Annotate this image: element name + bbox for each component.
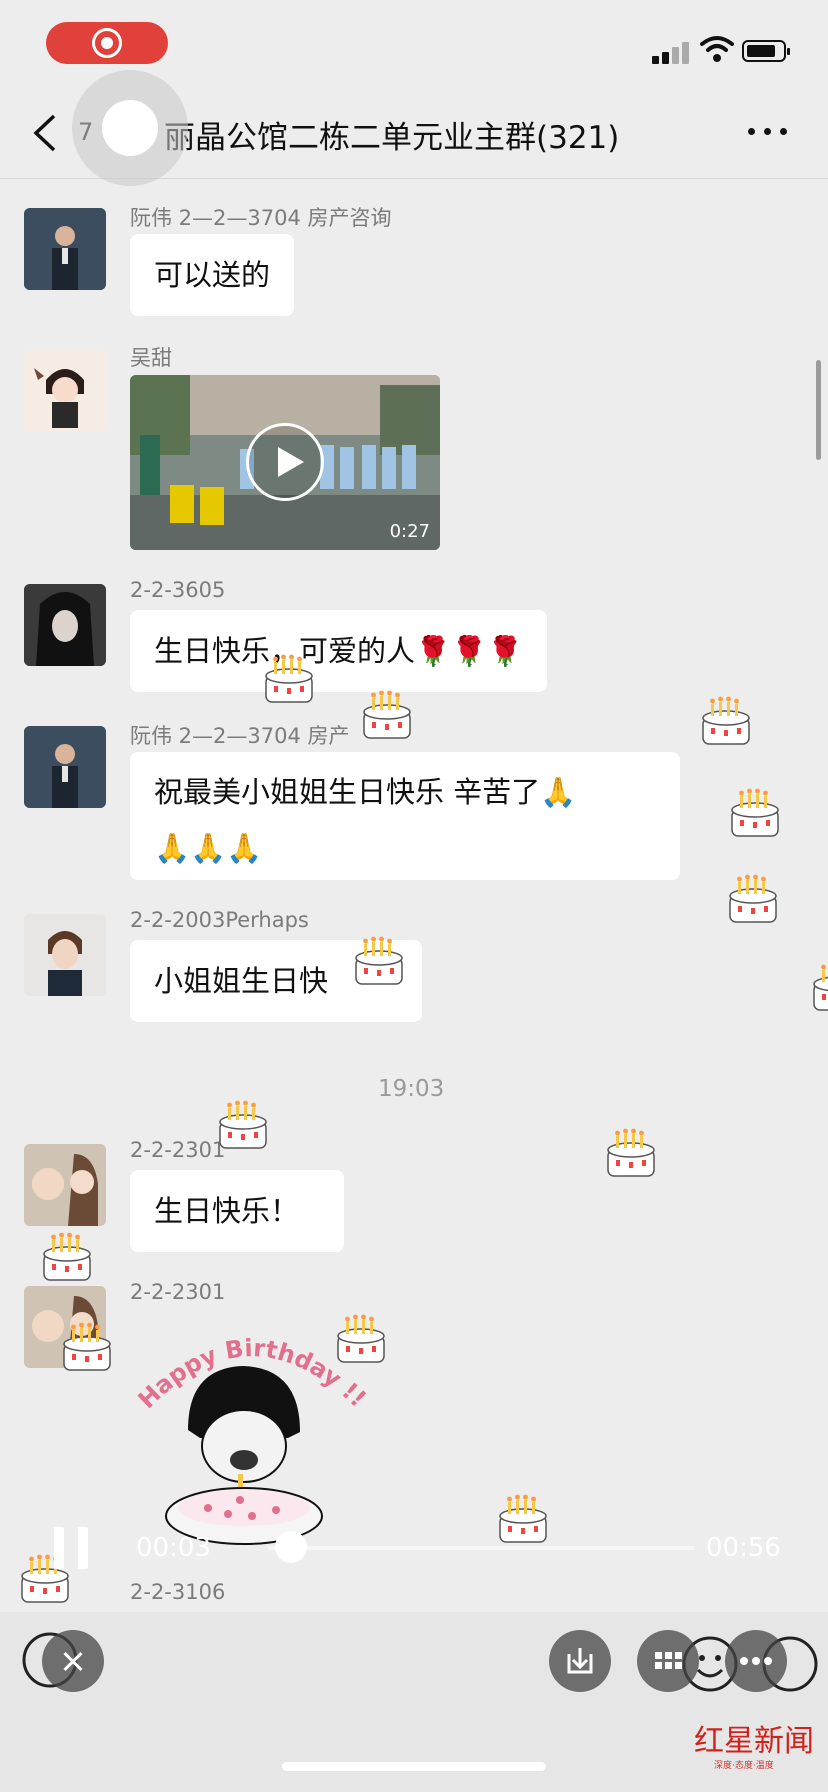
play-icon[interactable]	[246, 423, 324, 501]
more-icon	[740, 1657, 772, 1665]
video-message[interactable]: 0:27	[130, 375, 440, 550]
chat-timestamp: 19:03	[378, 1076, 445, 1102]
total-time: 00:56	[706, 1533, 781, 1563]
close-button[interactable]	[42, 1630, 104, 1692]
cake-icon	[731, 788, 779, 837]
cake-icon	[729, 874, 777, 923]
assistive-touch-button[interactable]	[72, 70, 188, 186]
scrollbar[interactable]	[816, 360, 821, 460]
chevron-left-icon	[33, 114, 56, 152]
message-bubble[interactable]: 生日快乐！	[130, 1170, 344, 1252]
cake-icon	[499, 1494, 547, 1543]
cake-icon	[219, 1100, 267, 1149]
more-button[interactable]	[725, 1630, 787, 1692]
battery-icon	[742, 40, 790, 62]
cake-icon	[363, 690, 411, 739]
sender-name: 2-2-2301	[130, 1280, 226, 1304]
watermark-logo: 红星新闻	[694, 1724, 814, 1759]
sender-name: 2-2-2003Perhaps	[130, 908, 309, 932]
message-bubble[interactable]: 生日快乐，可爱的人🌹🌹🌹	[130, 610, 548, 692]
avatar[interactable]	[24, 1144, 106, 1226]
sender-name: 阮伟 2—2—3704 房产咨询	[130, 206, 392, 230]
cake-icon	[337, 1314, 385, 1363]
wifi-icon	[700, 36, 734, 62]
download-icon	[567, 1648, 593, 1674]
home-indicator	[282, 1762, 546, 1771]
watermark-tagline: 深度·态度·温度	[714, 1761, 774, 1771]
progress-slider[interactable]	[268, 1546, 694, 1550]
grid-icon	[655, 1652, 682, 1669]
cake-icon	[813, 964, 828, 1011]
avatar[interactable]	[24, 914, 106, 996]
download-button[interactable]	[549, 1630, 611, 1692]
sender-name: 吴甜	[130, 346, 172, 370]
cake-icon	[355, 936, 403, 985]
grid-button[interactable]	[637, 1630, 699, 1692]
avatar[interactable]	[24, 726, 106, 808]
more-options-button[interactable]	[748, 118, 796, 146]
progress-slider-knob[interactable]	[275, 1531, 307, 1563]
message-line: 祝最美小姐姐生日快乐 辛苦了🙏	[154, 775, 577, 809]
cake-icon	[607, 1128, 655, 1177]
current-time: 00:03	[136, 1533, 211, 1563]
cake-icon	[63, 1322, 111, 1371]
message-line: 🙏🙏🙏	[154, 831, 263, 865]
sender-name: 2-2-3605	[130, 578, 226, 602]
message-bubble[interactable]: 可以送的	[130, 234, 295, 316]
video-duration: 0:27	[389, 521, 430, 542]
screen-recording-indicator[interactable]	[46, 22, 168, 64]
cake-icon	[265, 654, 313, 703]
message-bubble[interactable]: 祝最美小姐姐生日快乐 辛苦了🙏 🙏🙏🙏	[130, 752, 680, 880]
cellular-signal-icon	[652, 40, 692, 64]
pause-button[interactable]	[54, 1527, 92, 1569]
sender-name: 阮伟 2—2—3704 房产	[130, 724, 350, 748]
avatar[interactable]	[24, 350, 106, 432]
cake-icon	[43, 1232, 91, 1281]
cake-icon	[702, 696, 750, 745]
sender-name: 2-2-3106	[130, 1580, 226, 1604]
avatar[interactable]	[24, 208, 106, 290]
avatar[interactable]	[24, 584, 106, 666]
chat-title: 丽晶公馆二栋二单元业主群(321)	[164, 120, 620, 156]
